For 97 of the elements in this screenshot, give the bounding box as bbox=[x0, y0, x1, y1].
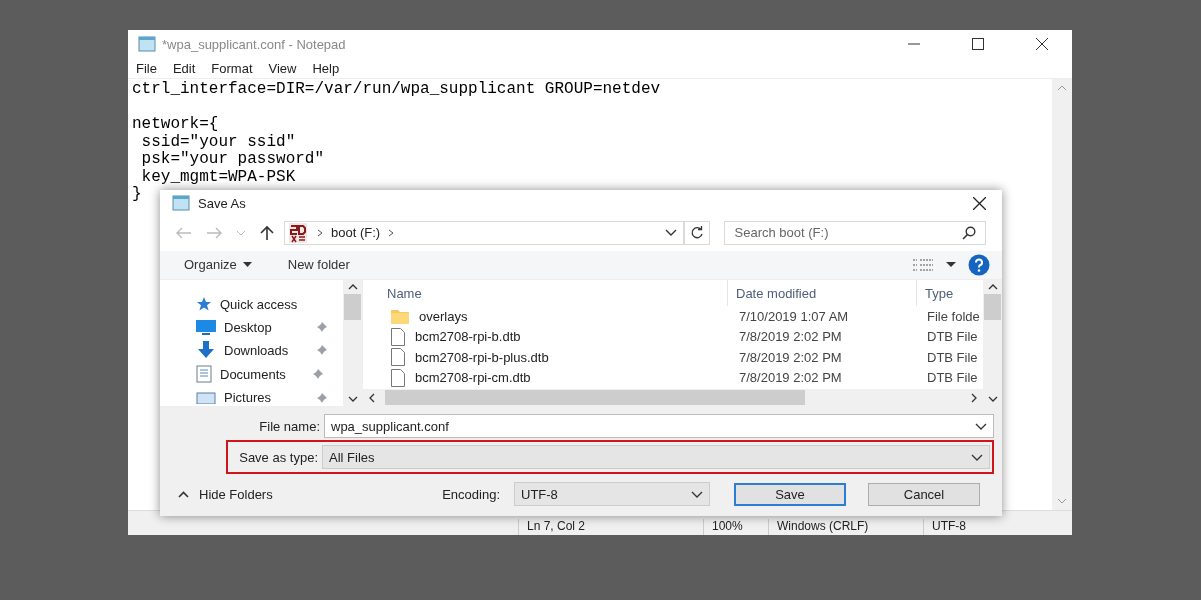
breadcrumb[interactable]: boot (F:) bbox=[331, 225, 381, 241]
back-arrow-icon[interactable] bbox=[176, 226, 192, 239]
file-name[interactable]: overlays bbox=[419, 308, 468, 324]
caret-icon bbox=[242, 262, 252, 268]
pin-icon[interactable] bbox=[316, 344, 328, 357]
picture-icon bbox=[196, 391, 216, 404]
chevron-up-icon bbox=[178, 490, 189, 498]
menu-item[interactable]: Help bbox=[312, 60, 348, 76]
folder-icon bbox=[391, 308, 409, 324]
chevron-right-icon bbox=[388, 228, 395, 237]
close-icon[interactable] bbox=[973, 196, 986, 210]
pin-icon[interactable] bbox=[316, 391, 328, 404]
field-label: Save as type: bbox=[238, 449, 318, 465]
sd-card-icon bbox=[287, 221, 309, 244]
toolbar-button[interactable]: New folder bbox=[287, 257, 350, 273]
pin-icon[interactable] bbox=[312, 368, 324, 381]
toolbar-button[interactable]: Organize bbox=[184, 257, 252, 273]
chevron-down-icon[interactable] bbox=[971, 453, 983, 461]
file-name-field[interactable]: wpa_supplicant.conf bbox=[324, 414, 994, 438]
file-name[interactable]: bcm2708-rpi-b.dtb bbox=[415, 329, 521, 345]
column-header[interactable]: Date modified bbox=[727, 280, 916, 306]
status-text: 100% bbox=[703, 519, 768, 535]
notepad-icon bbox=[138, 36, 156, 52]
hide-folders-button[interactable]: Hide Folders bbox=[170, 486, 273, 502]
file-name[interactable]: bcm2708-rpi-cm.dtb bbox=[415, 370, 531, 386]
field-label: Encoding: bbox=[442, 486, 500, 502]
forward-arrow-icon[interactable] bbox=[206, 226, 222, 239]
file-type: DTB File bbox=[926, 370, 979, 386]
menu-item[interactable]: File bbox=[136, 60, 165, 76]
desktop-icon bbox=[196, 319, 216, 335]
scrollbar-thumb[interactable] bbox=[984, 294, 1001, 320]
address-bar[interactable]: boot (F:) bbox=[284, 220, 684, 245]
nav-item[interactable]: Documents bbox=[220, 366, 304, 382]
document-icon bbox=[196, 365, 212, 384]
status-text: Windows (CRLF) bbox=[768, 519, 923, 535]
scrollbar-thumb[interactable] bbox=[344, 294, 361, 320]
code-line: network={ bbox=[132, 115, 219, 133]
menu-item[interactable]: View bbox=[268, 60, 305, 76]
code-line: ctrl_interface=DIR=/var/run/wpa_supplicant GROUP=netdev bbox=[132, 80, 661, 98]
window-icon bbox=[172, 195, 190, 212]
search-field[interactable]: Search boot (F:) bbox=[723, 220, 986, 245]
dialog-title: Save As bbox=[198, 195, 246, 211]
scrollbar-thumb[interactable] bbox=[385, 390, 805, 405]
nav-item[interactable]: Pictures bbox=[224, 390, 308, 406]
refresh-icon bbox=[689, 225, 704, 240]
menu-item[interactable]: Format bbox=[211, 60, 261, 76]
code-line: key_mgmt=WPA-PSK bbox=[140, 167, 296, 186]
field-label: File name: bbox=[258, 418, 320, 434]
caret-icon[interactable] bbox=[946, 262, 956, 268]
file-type-dropdown[interactable]: All Files bbox=[322, 445, 990, 469]
code-line: psk="your password" bbox=[140, 150, 325, 168]
up-arrow-icon[interactable] bbox=[260, 224, 274, 241]
file-icon bbox=[391, 348, 405, 367]
file-name[interactable]: bcm2708-rpi-b-plus.dtb bbox=[415, 349, 549, 365]
code-line: ssid="your ssid" bbox=[140, 132, 296, 151]
chevron-down-icon[interactable] bbox=[347, 396, 358, 402]
chevron-down-icon[interactable] bbox=[691, 490, 703, 498]
code-line: } bbox=[132, 185, 142, 203]
chevron-down-icon[interactable] bbox=[664, 229, 677, 237]
status-text: Ln 7, Col 2 bbox=[518, 519, 703, 535]
file-date: 7/8/2019 2:02 PM bbox=[738, 349, 843, 365]
chevron-right-icon[interactable] bbox=[971, 392, 977, 403]
nav-item[interactable]: Quick access bbox=[220, 296, 298, 312]
close-icon[interactable] bbox=[1036, 38, 1048, 50]
file-type: DTB File bbox=[926, 349, 979, 365]
help-icon[interactable] bbox=[968, 253, 990, 276]
save-button[interactable]: Save bbox=[734, 482, 846, 506]
file-icon bbox=[391, 368, 405, 387]
chevron-right-icon bbox=[317, 228, 323, 237]
cancel-button[interactable]: Cancel bbox=[868, 482, 980, 506]
status-text: UTF-8 bbox=[923, 519, 1072, 535]
menu-item[interactable]: Edit bbox=[172, 60, 204, 76]
download-arrow-icon bbox=[196, 341, 216, 360]
pin-icon[interactable] bbox=[316, 321, 328, 333]
encoding-dropdown[interactable]: UTF-8 bbox=[514, 482, 710, 506]
chevron-left-icon[interactable] bbox=[369, 392, 375, 403]
chevron-down-icon[interactable] bbox=[987, 396, 998, 402]
chevron-up-icon[interactable] bbox=[987, 284, 998, 290]
file-type: DTB File bbox=[926, 329, 979, 345]
scrollbar[interactable] bbox=[983, 280, 1002, 406]
nav-item[interactable]: Downloads bbox=[224, 342, 308, 358]
refresh-button[interactable] bbox=[683, 220, 710, 245]
view-options-icon[interactable] bbox=[912, 257, 934, 272]
star-icon bbox=[196, 296, 212, 313]
scrollbar[interactable] bbox=[343, 280, 362, 406]
column-header[interactable]: Name bbox=[363, 280, 727, 306]
chevron-down-icon[interactable] bbox=[975, 422, 987, 430]
file-date: 7/10/2019 1:07 AM bbox=[738, 308, 850, 324]
window-title: *wpa_supplicant.conf - Notepad bbox=[162, 36, 346, 52]
file-icon bbox=[391, 327, 405, 346]
nav-item[interactable]: Desktop bbox=[224, 319, 308, 335]
file-type: File folde bbox=[926, 308, 981, 324]
maximize-icon[interactable] bbox=[972, 38, 984, 50]
file-date: 7/8/2019 2:02 PM bbox=[738, 370, 843, 386]
file-date: 7/8/2019 2:02 PM bbox=[738, 329, 843, 345]
search-icon bbox=[962, 225, 976, 240]
chevron-up-icon[interactable] bbox=[347, 284, 358, 290]
